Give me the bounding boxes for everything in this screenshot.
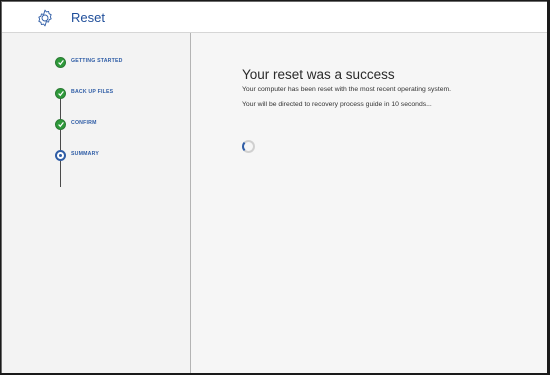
check-icon — [55, 88, 66, 99]
steps-connector — [60, 93, 61, 187]
result-message: Your computer has been reset with the mo… — [242, 86, 452, 93]
header-bar: Reset — [2, 2, 547, 33]
gear-icon — [38, 9, 52, 27]
step-label: CONFIRM — [71, 120, 97, 126]
current-step-icon — [55, 150, 66, 161]
loading-spinner-icon — [242, 140, 255, 153]
result-title: Your reset was a success — [242, 67, 395, 82]
step-label: GETTING STARTED — [71, 58, 123, 64]
reset-window: Reset GETTING STARTED BACK UP FILES CONF… — [1, 1, 547, 373]
step-label: SUMMARY — [71, 151, 100, 157]
step-label: BACK UP FILES — [71, 89, 114, 95]
check-icon — [55, 57, 66, 68]
main-content: Your reset was a success Your computer h… — [191, 33, 547, 373]
steps-sidebar: GETTING STARTED BACK UP FILES CONFIRM SU… — [2, 33, 191, 373]
page-title: Reset — [71, 10, 105, 25]
check-icon — [55, 119, 66, 130]
redirect-message: Your will be directed to recovery proces… — [242, 101, 432, 108]
